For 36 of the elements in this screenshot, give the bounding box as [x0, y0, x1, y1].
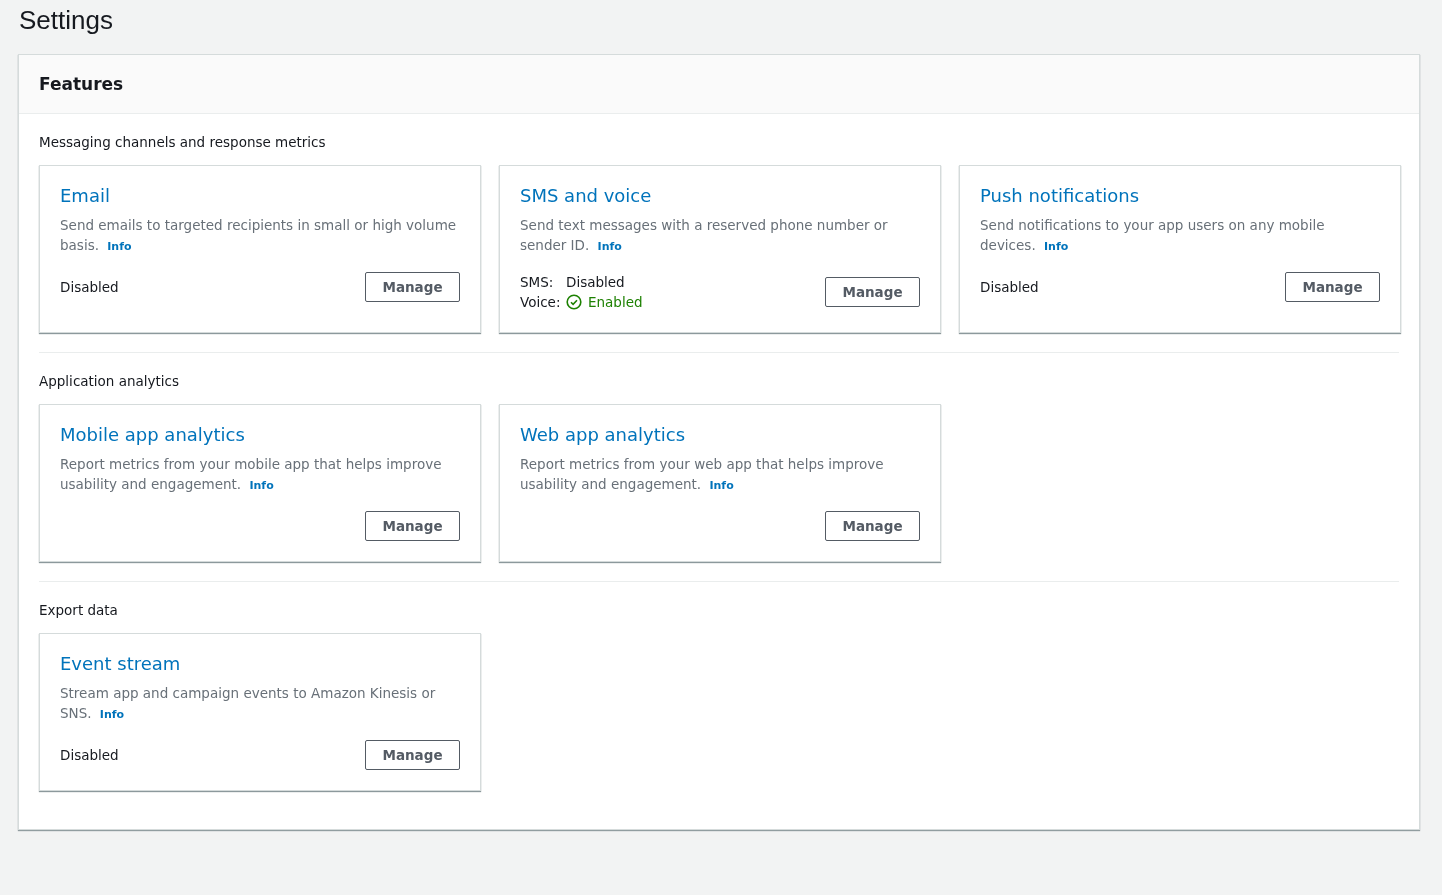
card-description: Report metrics from your web app that helps improve usability and engagement. Info [520, 455, 885, 494]
status-value: Disabled [60, 278, 119, 297]
section-title: Messaging channels and response metrics [39, 134, 327, 150]
card-description: Send emails to targeted recipients in small or high volume basis. Info [60, 216, 458, 255]
info-link[interactable]: Info [709, 479, 734, 492]
card-title: SMS and voice [520, 184, 653, 208]
manage-button[interactable]: Manage [825, 277, 920, 307]
card-description: Send text messages with a reserved phone number or sender ID. Info [520, 216, 889, 255]
manage-button[interactable]: Manage [825, 511, 920, 541]
status-value: Disabled [566, 273, 625, 292]
info-link[interactable]: Info [107, 240, 132, 253]
card-title: Web app analytics [520, 423, 687, 447]
card-description: Send notifications to your app users on any mobile devices. Info [980, 216, 1326, 255]
manage-button[interactable]: Manage [365, 740, 460, 770]
page-title: Settings [18, 4, 114, 37]
manage-button[interactable]: Manage [365, 511, 460, 541]
manage-button[interactable]: Manage [1285, 272, 1380, 302]
manage-button[interactable]: Manage [365, 272, 460, 302]
panel-title: Features [39, 73, 125, 95]
info-link[interactable]: Info [249, 479, 274, 492]
card-title: Push notifications [980, 184, 1141, 208]
section-title: Export data [39, 602, 119, 618]
info-link[interactable]: Info [1043, 240, 1069, 253]
card-title: Event stream [60, 652, 182, 676]
card-title: Email [60, 184, 111, 208]
info-link[interactable]: Info [99, 708, 125, 721]
card-title: Mobile app analytics [60, 423, 246, 447]
card-description: Stream app and campaign events to Amazon Kinesis or SNS. Info [60, 684, 437, 723]
status-label: Voice: [520, 293, 562, 312]
info-link[interactable]: Info [597, 240, 622, 253]
status-value: Enabled [588, 293, 643, 312]
card-description: Report metrics from your mobile app that helps improve usability and engagement. Info [60, 455, 443, 494]
status-label: SMS: [520, 273, 555, 292]
status-value: Disabled [60, 746, 119, 765]
section-title: Application analytics [39, 373, 181, 389]
status-value: Disabled [980, 278, 1039, 297]
